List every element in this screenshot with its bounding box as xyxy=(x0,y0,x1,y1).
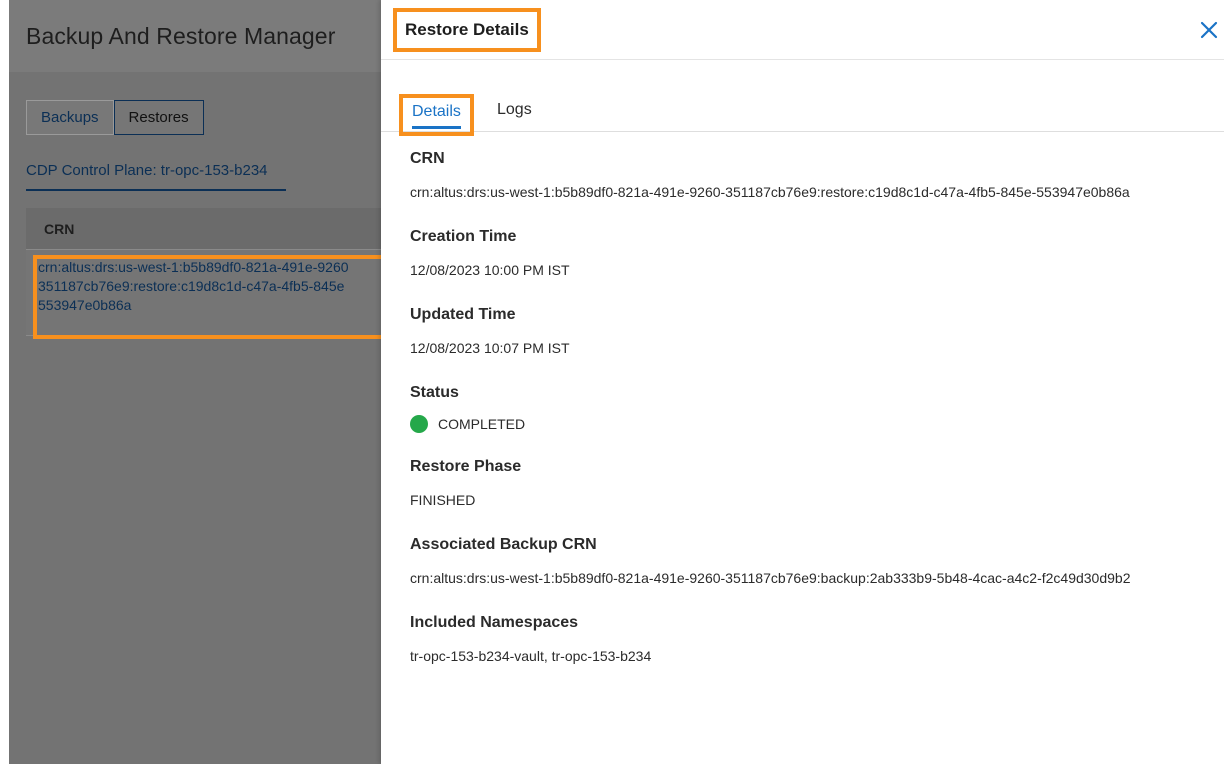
associated-backup-crn-label: Associated Backup CRN xyxy=(410,536,597,553)
included-namespaces-value: tr-opc-153-b234-vault, tr-opc-153-b234 xyxy=(410,648,652,664)
drawer-title: Restore Details xyxy=(393,8,541,52)
table-header-crn: CRN xyxy=(26,208,381,250)
background-page: Backup And Restore Manager Backups Resto… xyxy=(9,0,381,764)
field-included-namespaces: Included Namespaces tr-opc-153-b234-vaul… xyxy=(410,613,1200,667)
app-header: Backup And Restore Manager xyxy=(9,0,381,72)
updated-time-label: Updated Time xyxy=(410,306,516,323)
status-value: COMPLETED xyxy=(438,416,526,432)
tab-control-plane[interactable]: CDP Control Plane: tr-opc-153-b234 xyxy=(26,162,286,191)
field-associated-backup-crn: Associated Backup CRN crn:altus:drs:us-w… xyxy=(410,535,1200,589)
tab-logs[interactable]: Logs xyxy=(497,101,532,119)
field-status: Status COMPLETED xyxy=(410,383,1200,433)
crn-value: crn:altus:drs:us-west-1:b5b89df0-821a-49… xyxy=(410,184,1130,200)
row-highlight-box xyxy=(33,255,393,339)
restore-phase-value: FINISHED xyxy=(410,492,476,508)
segmented-control: Backups Restores xyxy=(26,100,204,135)
field-crn: CRN crn:altus:drs:us-west-1:b5b89df0-821… xyxy=(410,149,1200,203)
associated-backup-crn-value: crn:altus:drs:us-west-1:b5b89df0-821a-49… xyxy=(410,570,1131,586)
status-dot-icon xyxy=(410,415,428,433)
status-label: Status xyxy=(410,384,459,401)
close-icon[interactable] xyxy=(1198,19,1220,41)
creation-time-label: Creation Time xyxy=(410,228,517,245)
field-creation-time: Creation Time 12/08/2023 10:00 PM IST xyxy=(410,227,1200,281)
restores-button[interactable]: Restores xyxy=(113,100,204,135)
status-badge: COMPLETED xyxy=(410,415,1200,433)
drawer-header: Restore Details xyxy=(381,0,1224,60)
field-restore-phase: Restore Phase FINISHED xyxy=(410,457,1200,511)
backups-button[interactable]: Backups xyxy=(26,100,114,135)
field-updated-time: Updated Time 12/08/2023 10:07 PM IST xyxy=(410,305,1200,359)
drawer-tabs: Details Logs xyxy=(381,60,1224,136)
included-namespaces-label: Included Namespaces xyxy=(410,614,579,631)
creation-time-value: 12/08/2023 10:00 PM IST xyxy=(410,262,570,278)
tab-details-label: Details xyxy=(412,103,461,129)
updated-time-value: 12/08/2023 10:07 PM IST xyxy=(410,340,570,356)
restore-phase-label: Restore Phase xyxy=(410,458,522,475)
crn-label: CRN xyxy=(410,150,445,167)
details-content: CRN crn:altus:drs:us-west-1:b5b89df0-821… xyxy=(410,149,1200,691)
app-title: Backup And Restore Manager xyxy=(26,22,336,49)
restore-details-drawer: Restore Details Details Logs CRN crn:alt… xyxy=(381,0,1224,764)
tab-details[interactable]: Details xyxy=(399,94,474,136)
